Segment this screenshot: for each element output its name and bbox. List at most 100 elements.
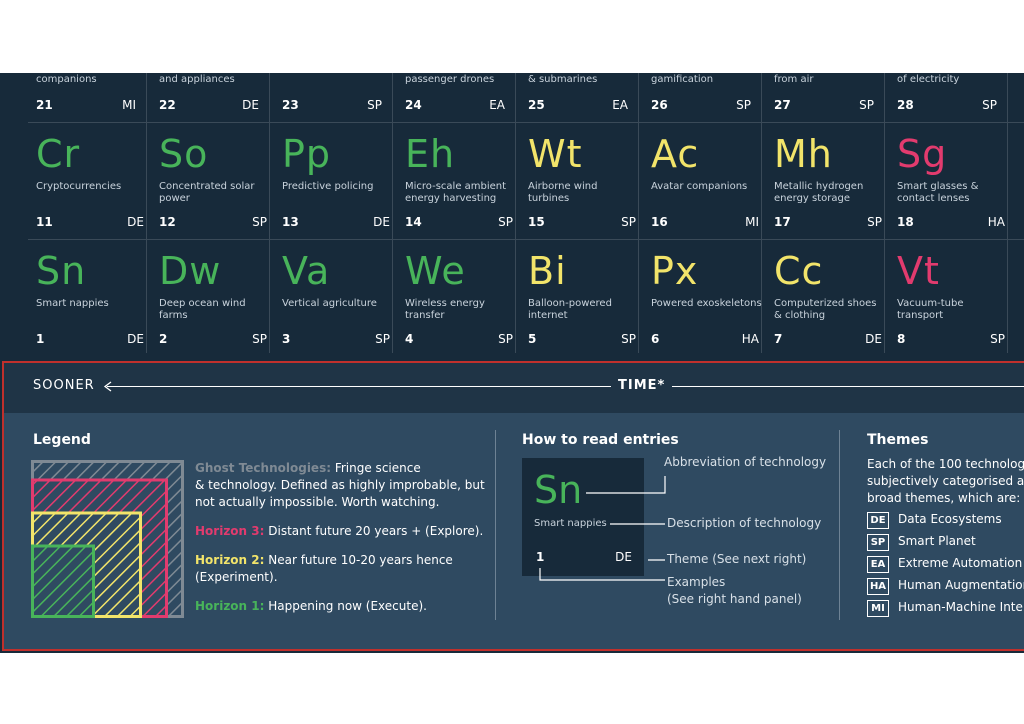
element-theme: SP [498, 215, 513, 229]
element-theme: DE [127, 215, 144, 229]
divider [495, 430, 496, 620]
element-number: 3 [282, 332, 291, 346]
element-cell[interactable]: Pp Predictive policing 13 DE [274, 123, 396, 241]
element-cell[interactable]: Sg Smart glasses & contact lenses 18 HA [889, 123, 1011, 241]
ghost-legend-line: Ghost Technologies: Fringe science [195, 460, 421, 477]
cell-theme: SP [367, 98, 382, 112]
element-theme: SP [990, 332, 1005, 346]
theme-label: Smart Planet [898, 534, 976, 548]
cell-number: 28 [897, 98, 914, 112]
element-description: Deep ocean wind farms [159, 298, 246, 321]
element-symbol: We [405, 249, 466, 293]
element-cell[interactable]: Cr Cryptocurrencies 11 DE [28, 123, 150, 241]
horizon3-text: Distant future 20 years + (Explore). [268, 524, 484, 538]
element-number: 13 [282, 215, 299, 229]
element-symbol: Mh [774, 132, 833, 176]
element-symbol: So [159, 132, 209, 176]
cell-number: 24 [405, 98, 422, 112]
element-cell[interactable]: Va Vertical agriculture 3 SP [274, 240, 396, 358]
element-description: Wireless energy transfer [405, 298, 485, 321]
cell-theme: MI [122, 98, 136, 112]
callout-lines [539, 476, 666, 581]
cell-theme: SP [736, 98, 751, 112]
timeline-strip [4, 363, 1024, 413]
element-description: Balloon-powered internet [528, 298, 612, 321]
cell-description: companions [36, 74, 97, 85]
element-number: 1 [36, 332, 45, 346]
element-symbol: Va [282, 249, 331, 293]
element-symbol: Cr [36, 132, 81, 176]
element-number: 6 [651, 332, 660, 346]
element-theme: MI [745, 215, 759, 229]
horizon2-text: (Experiment). [195, 570, 278, 584]
element-cell[interactable]: So Concentrated solar power 12 SP [151, 123, 273, 241]
cell-description: of electricity [897, 74, 960, 85]
cell-theme: EA [489, 98, 505, 112]
element-cell[interactable]: Vt Vacuum-tube transport 8 SP [889, 240, 1011, 358]
element-description: Concentrated solar power [159, 181, 255, 204]
theme-caption: Theme (See next right) [667, 552, 807, 566]
cell-theme: DE [242, 98, 259, 112]
themes-intro: Each of the 100 technologi [867, 457, 1024, 471]
element-number: 16 [651, 215, 668, 229]
element-theme: DE [127, 332, 144, 346]
element-cell[interactable]: Ac Avatar companions 16 MI [643, 123, 765, 241]
element-symbol: Sg [897, 132, 948, 176]
theme-label: Human-Machine Inte [898, 600, 1023, 614]
themes-intro: subjectively categorised ac [867, 474, 1024, 488]
element-cell[interactable]: Px Powered exoskeletons 6 HA [643, 240, 765, 358]
element-theme: DE [865, 332, 882, 346]
element-cell[interactable]: Wt Airborne wind turbines 15 SP [520, 123, 642, 241]
theme-badge: SP [867, 534, 889, 551]
ghost-text: & technology. Defined as highly improbab… [195, 478, 485, 492]
divider [839, 430, 840, 620]
element-symbol: Px [651, 249, 699, 293]
element-theme: SP [375, 332, 390, 346]
cell-number: 21 [36, 98, 53, 112]
themes-title: Themes [867, 432, 929, 448]
horizon3-legend-line: Horizon 3: Distant future 20 years + (Ex… [195, 523, 483, 540]
abbreviation-caption: Abbreviation of technology [664, 455, 827, 469]
element-number: 14 [405, 215, 422, 229]
element-cell[interactable]: Dw Deep ocean wind farms 2 SP [151, 240, 273, 358]
element-number: 15 [528, 215, 545, 229]
element-theme: DE [373, 215, 390, 229]
element-cell[interactable]: Bi Balloon-powered internet 5 SP [520, 240, 642, 358]
horizon2-text: Near future 10-20 years hence [268, 553, 453, 567]
cell-number: 25 [528, 98, 545, 112]
element-symbol: Vt [897, 249, 940, 293]
element-description: Micro-scale ambient energy harvesting [405, 181, 507, 204]
element-symbol: Bi [528, 249, 567, 293]
element-symbol: Wt [528, 132, 583, 176]
cell-number: 23 [282, 98, 299, 112]
element-cell[interactable]: Mh Metallic hydrogen energy storage 17 SP [766, 123, 888, 241]
element-cell[interactable]: Sn Smart nappies 1 DE [28, 240, 150, 358]
cell-description: gamification [651, 74, 714, 85]
element-number: 18 [897, 215, 914, 229]
element-theme: SP [498, 332, 513, 346]
cell-number: 22 [159, 98, 176, 112]
element-description: Vacuum-tube transport [897, 298, 964, 321]
horizon1-text: Happening now (Execute). [268, 599, 427, 613]
element-theme: HA [987, 215, 1005, 229]
element-cell[interactable]: Eh Micro-scale ambient energy harvesting 1… [397, 123, 519, 241]
element-description: Airborne wind turbines [528, 181, 598, 204]
how-to-title: How to read entries [522, 432, 679, 448]
element-number: 7 [774, 332, 783, 346]
description-caption: Description of technology [667, 516, 822, 530]
element-description: Smart glasses & contact lenses [897, 181, 979, 204]
horizon1-legend-line: Horizon 1: Happening now (Execute). [195, 598, 427, 615]
horizon2-label: Horizon 2: [195, 553, 265, 567]
theme-label: Data Ecosystems [898, 512, 1002, 526]
timeline-arrow [107, 386, 611, 387]
element-cell[interactable]: We Wireless energy transfer 4 SP [397, 240, 519, 358]
element-description: Smart nappies [36, 298, 109, 309]
cell-description: from air [774, 74, 814, 85]
element-cell[interactable]: Cc Computerized shoes & clothing 7 DE [766, 240, 888, 358]
horizon-diagram [31, 460, 184, 618]
element-number: 12 [159, 215, 176, 229]
element-number: 2 [159, 332, 168, 346]
horizon1-label: Horizon 1: [195, 599, 265, 613]
ghost-text: Fringe science [334, 461, 421, 475]
horizon3-label: Horizon 3: [195, 524, 265, 538]
